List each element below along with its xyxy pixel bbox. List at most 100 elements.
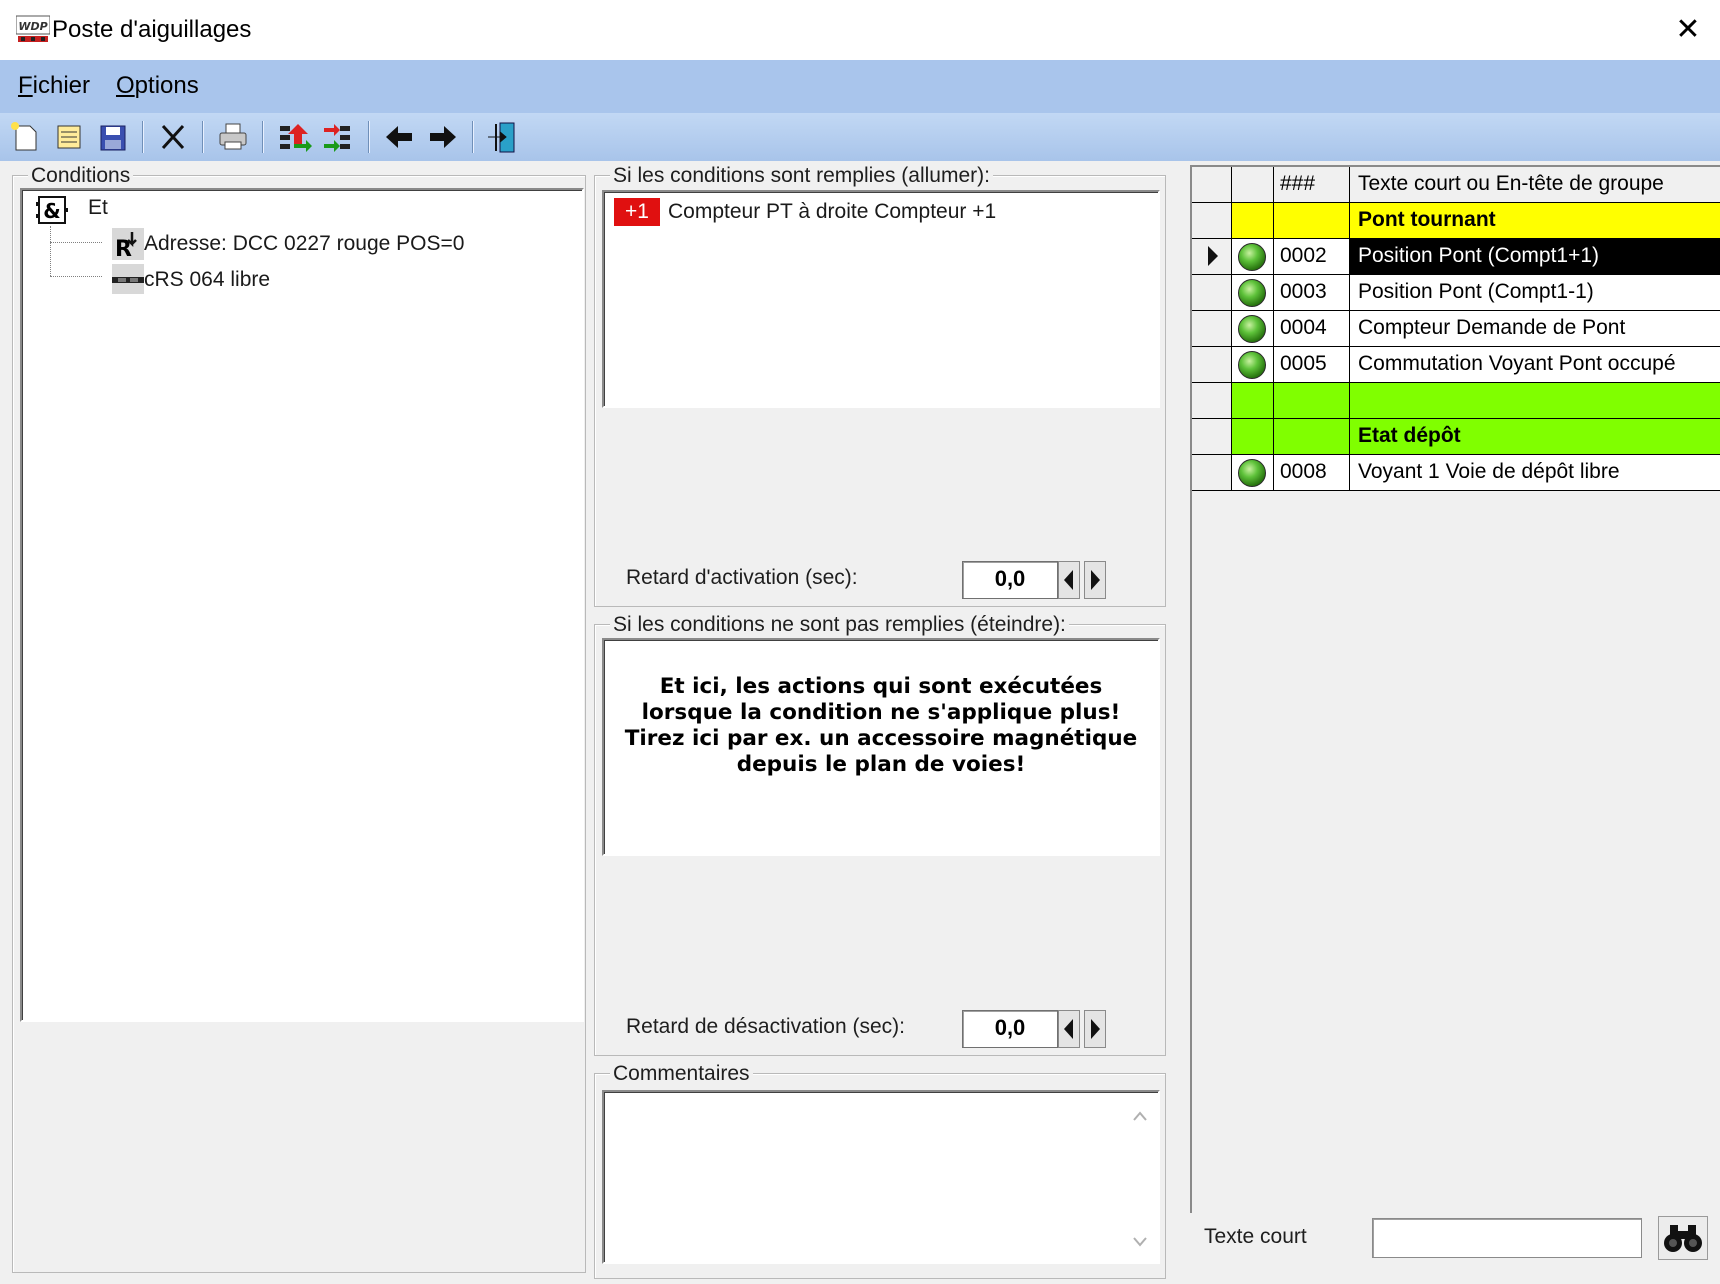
status-led-icon [1238,459,1266,487]
row-num[interactable]: 0002 [1274,239,1350,275]
menu-bar: Fichier Options [0,60,1720,113]
comments-title: Commentaires [610,1062,753,1086]
activation-delay-decrement[interactable] [1058,561,1080,599]
import-icon [280,124,312,152]
deactivation-delay-increment[interactable] [1084,1010,1106,1048]
previous-button[interactable] [380,118,418,156]
row-status [1232,347,1274,383]
svg-text:WDP: WDP [18,20,47,33]
binoculars-icon [1664,1225,1702,1252]
conditions-tree[interactable]: & Et R Adresse: DCC 0227 rouge POS=0 cRS… [20,188,584,1022]
on-actions-title: Si les conditions sont remplies (allumer… [610,164,993,188]
new-icon [11,122,37,151]
save-icon [100,125,126,151]
row-status [1232,455,1274,491]
row-num[interactable]: 0003 [1274,275,1350,311]
comments-textarea[interactable] [602,1090,1160,1264]
app-logo-icon: WDP [15,14,51,44]
activation-delay-label: Retard d'activation (sec): [626,566,858,589]
grid-header-status [1232,167,1274,203]
group-header-row[interactable]: Etat dépôt [1350,419,1720,455]
row-text[interactable]: Position Pont (Compt1-1) [1350,275,1720,311]
and-icon: & [36,194,68,226]
svg-text:&: & [43,199,60,223]
row-num[interactable]: 0005 [1274,347,1350,383]
off-actions-list[interactable]: Et ici, les actions qui sont exécutées l… [602,638,1160,856]
triangle-left-icon [1064,570,1073,590]
triangle-right-icon [1091,1019,1100,1039]
activation-delay-input[interactable]: 0,0 [962,561,1058,599]
row-text[interactable]: Position Pont (Compt1+1) [1350,239,1720,275]
row-status [1232,311,1274,347]
condition-item[interactable]: cRS 064 libre [144,266,270,294]
route-grid[interactable]: ### Texte court ou En-tête de groupe Pont … [1190,165,1720,1213]
grid-header-num: ### [1274,167,1350,203]
search-label: Texte court [1204,1225,1307,1248]
menu-options[interactable]: Options [116,70,199,102]
scroll-up-icon[interactable] [1130,1106,1150,1126]
search-button[interactable] [1658,1216,1708,1260]
close-icon: ✕ [1675,12,1701,47]
grid-header-indicator [1192,167,1232,203]
menu-fichier[interactable]: Fichier [18,70,90,102]
open-icon [57,125,81,149]
row-num[interactable]: 0004 [1274,311,1350,347]
group-header-row[interactable] [1350,383,1720,419]
scroll-down-icon[interactable] [1130,1232,1150,1252]
window-title: Poste d'aiguillages [52,16,252,43]
group-row-num [1274,419,1350,455]
search-input[interactable] [1372,1218,1642,1258]
group-row-status [1232,383,1274,419]
row-indicator [1192,347,1232,383]
row-status [1232,239,1274,275]
grid-header-text: Texte court ou En-tête de groupe [1350,167,1720,203]
tree-connector [50,226,51,276]
conditions-title: Conditions [28,164,134,188]
on-action-item[interactable]: Compteur PT à droite Compteur +1 [668,198,996,226]
row-indicator [1192,455,1232,491]
deactivation-delay-decrement[interactable] [1058,1010,1080,1048]
group-header-row[interactable]: Pont tournant [1350,203,1720,239]
export-button[interactable] [318,118,356,156]
on-actions-list[interactable]: +1 Compteur PT à droite Compteur +1 [602,190,1160,408]
toolbar-separator [202,121,204,153]
save-button[interactable] [94,118,132,156]
deactivation-delay-input[interactable]: 0,0 [962,1010,1058,1048]
row-indicator [1192,239,1232,275]
row-text[interactable]: Compteur Demande de Pont [1350,311,1720,347]
route-icon: R [112,228,144,262]
next-button[interactable] [424,118,462,156]
tree-connector [50,242,102,243]
status-led-icon [1238,351,1266,379]
off-actions-title: Si les conditions ne sont pas remplies (… [610,613,1069,637]
activation-delay-increment[interactable] [1084,561,1106,599]
condition-item[interactable]: Adresse: DCC 0227 rouge POS=0 [144,230,464,258]
off-actions-hint: Et ici, les actions qui sont exécutées l… [624,674,1138,777]
row-indicator [1192,383,1232,419]
open-button[interactable] [50,118,88,156]
toolbar-separator [368,121,370,153]
row-indicator [1192,275,1232,311]
group-row-num [1274,383,1350,419]
new-button[interactable] [6,118,44,156]
row-text[interactable]: Commutation Voyant Pont occupé [1350,347,1720,383]
import-button[interactable] [274,118,312,156]
tree-root-label[interactable]: Et [88,194,108,222]
exit-button[interactable] [484,118,522,156]
print-button[interactable] [214,118,252,156]
arrow-left-icon [386,126,412,148]
group-row-num [1274,203,1350,239]
close-button[interactable]: ✕ [1656,10,1720,50]
row-status [1232,275,1274,311]
title-bar: WDP Poste d'aiguillages ✕ [0,0,1720,60]
group-row-status [1232,419,1274,455]
toolbar-separator [142,121,144,153]
exit-icon [488,122,515,153]
toolbar-separator [262,121,264,153]
row-pointer-icon [1208,246,1218,266]
delete-button[interactable] [154,118,192,156]
status-led-icon [1238,315,1266,343]
row-num[interactable]: 0008 [1274,455,1350,491]
export-icon [324,124,350,152]
row-text[interactable]: Voyant 1 Voie de dépôt libre [1350,455,1720,491]
